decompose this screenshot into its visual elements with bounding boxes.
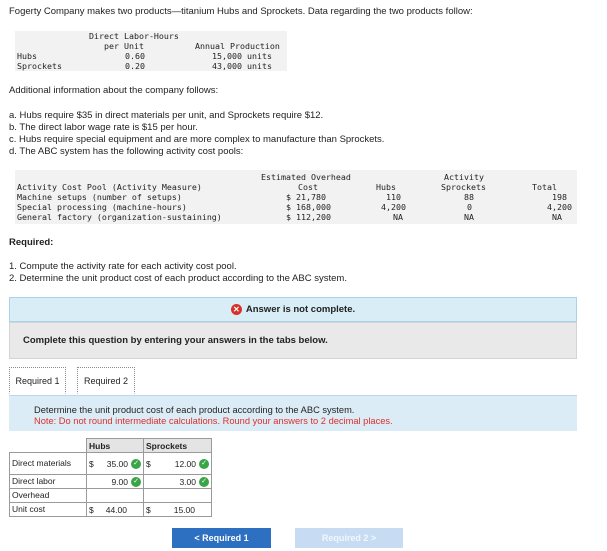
hubs-value: 44.00 — [105, 504, 127, 515]
check-icon: ✓ — [199, 458, 209, 469]
corner-cell — [9, 438, 87, 453]
required-item-2: 2. Determine the unit product cost of ea… — [9, 273, 347, 284]
sprockets-value[interactable]: 3.00 — [179, 477, 196, 487]
hubs-cell[interactable]: 9.00 ✓ — [86, 474, 144, 489]
sprockets-cell[interactable]: 3.00 ✓ — [143, 474, 212, 489]
error-icon: ✕ — [230, 304, 242, 315]
abc-header-cost: Cost — [298, 182, 318, 192]
hubs-cell: $44.00 — [86, 502, 144, 517]
row-label: Direct materials — [9, 452, 87, 475]
panel-instruction: Determine the unit product cost of each … — [34, 405, 355, 415]
product-row-prod: 43,000 units — [212, 61, 272, 71]
table-row: Direct materials $35.00 ✓ $12.00 ✓ — [9, 452, 212, 475]
instruction-bar: Complete this question by entering your … — [9, 322, 577, 359]
answer-status-text: Answer is not complete. — [245, 304, 356, 315]
hubs-cell[interactable] — [86, 488, 144, 503]
info-item-a: a. Hubs require $35 in direct materials … — [9, 110, 324, 121]
abc-row-sprockets: 88 — [464, 192, 474, 202]
row-label: Unit cost — [9, 502, 87, 517]
answer-table: Hubs Sprockets Direct materials $35.00 ✓ … — [9, 438, 212, 517]
sprockets-value: 15.00 — [173, 504, 195, 515]
required-item-1: 1. Compute the activity rate for each ac… — [9, 261, 237, 272]
check-icon: ✓ — [199, 476, 209, 487]
abc-row-cost: $ 112,200 — [286, 212, 331, 222]
col-header-sprockets: Sprockets — [143, 438, 212, 453]
product-row-prod: 15,000 units — [212, 51, 272, 61]
hubs-value[interactable]: 35.00 — [107, 459, 128, 469]
abc-header-pool: Activity Cost Pool (Activity Measure) — [17, 182, 202, 192]
abc-row-pool: Special processing (machine-hours) — [17, 202, 187, 212]
table-row: Direct labor 9.00 ✓ 3.00 ✓ — [9, 474, 212, 489]
product-row-dlh: 0.60 — [125, 51, 145, 61]
product-row-name: Hubs — [17, 51, 37, 61]
intro-text: Fogerty Company makes two products—titan… — [9, 6, 473, 17]
tab-required-1[interactable]: Required 1 — [9, 367, 66, 394]
table-row: Overhead — [9, 488, 212, 503]
info-item-c: c. Hubs require special equipment and ar… — [9, 134, 385, 145]
info-item-d: d. The ABC system has the following acti… — [9, 146, 244, 157]
prev-required-button[interactable]: < Required 1 — [172, 528, 271, 548]
additional-info: Additional information about the company… — [9, 85, 219, 96]
check-icon: ✓ — [131, 458, 141, 469]
panel-note: Note: Do not round intermediate calculat… — [34, 416, 393, 426]
abc-row-hubs: 110 — [386, 192, 401, 202]
required-title: Required: — [9, 237, 54, 248]
product-header-dlh: Direct Labor-Hours — [89, 31, 179, 41]
col-header-hubs: Hubs — [86, 438, 144, 453]
abc-row-pool: Machine setups (number of setups) — [17, 192, 182, 202]
currency-symbol: $ — [89, 458, 94, 469]
hubs-value[interactable]: 9.00 — [111, 477, 128, 487]
abc-row-hubs: 4,200 — [381, 202, 406, 212]
abc-row-cost: $ 21,780 — [286, 192, 326, 202]
abc-row-sprockets: 0 — [467, 202, 472, 212]
product-row-name: Sprockets — [17, 61, 62, 71]
sprockets-cell: $15.00 — [143, 502, 212, 517]
abc-header-sprockets: Sprockets — [441, 182, 486, 192]
currency-symbol: $ — [146, 504, 151, 515]
abc-row-hubs: NA — [393, 212, 403, 222]
currency-symbol: $ — [89, 504, 94, 515]
abc-row-pool: General factory (organization-sustaining… — [17, 212, 222, 222]
abc-row-total: 198 — [552, 192, 567, 202]
abc-header-hubs: Hubs — [376, 182, 396, 192]
abc-row-total: 4,200 — [547, 202, 572, 212]
question-panel: Determine the unit product cost of each … — [9, 395, 577, 431]
currency-symbol: $ — [146, 458, 151, 469]
abc-row-cost: $ 168,000 — [286, 202, 331, 212]
table-row: Unit cost $44.00 $15.00 — [9, 502, 212, 517]
abc-header-overhead: Estimated Overhead — [261, 172, 351, 182]
abc-row-sprockets: NA — [464, 212, 474, 222]
check-icon: ✓ — [131, 476, 141, 487]
product-header-dlh-unit: per Unit — [104, 41, 144, 51]
tab-required-2[interactable]: Required 2 — [77, 367, 135, 394]
product-header-production: Annual Production — [195, 41, 280, 51]
abc-header-total: Total — [532, 182, 557, 192]
abc-header-activity: Activity — [444, 172, 484, 182]
abc-row-total: NA — [552, 212, 562, 222]
info-item-b: b. The direct labor wage rate is $15 per… — [9, 122, 198, 133]
answer-status-banner: ✕ Answer is not complete. — [9, 297, 577, 322]
row-label: Overhead — [9, 488, 87, 503]
sprockets-value[interactable]: 12.00 — [175, 459, 196, 469]
next-required-button[interactable]: Required 2 > — [295, 528, 403, 548]
row-label: Direct labor — [9, 474, 87, 489]
hubs-cell[interactable]: $35.00 ✓ — [86, 452, 144, 475]
product-row-dlh: 0.20 — [125, 61, 145, 71]
instruction-text: Complete this question by entering your … — [23, 335, 328, 346]
sprockets-cell[interactable]: $12.00 ✓ — [143, 452, 212, 475]
sprockets-cell[interactable] — [143, 488, 212, 503]
